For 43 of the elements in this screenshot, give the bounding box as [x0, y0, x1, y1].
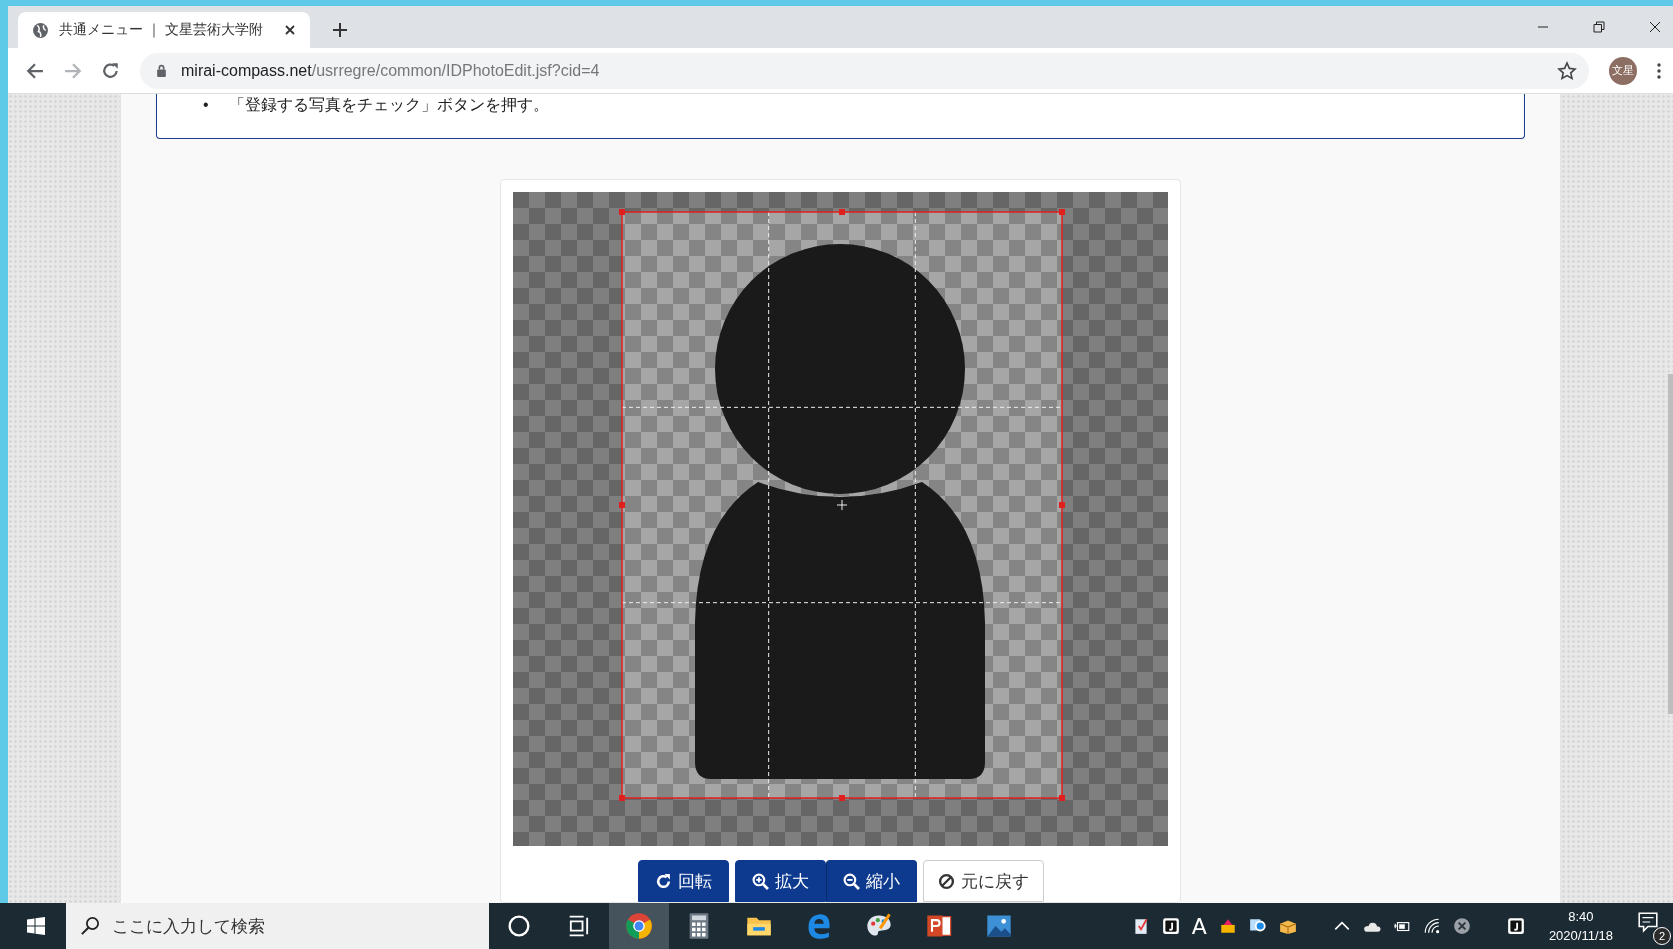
scrollbar-thumb[interactable]	[1668, 374, 1673, 714]
address-bar[interactable]: mirai-compass.net/usrregre/common/IDPhotoEdit.jsf?cid=4	[140, 52, 1589, 89]
search-icon	[80, 916, 100, 936]
back-icon[interactable]	[26, 61, 44, 80]
notification-count: 2	[1653, 927, 1671, 945]
wifi-icon	[1422, 917, 1441, 935]
instruction-text: 「登録する写真をチェック」ボタンを押す。	[228, 96, 549, 113]
globe-icon	[32, 21, 49, 39]
prohibited-icon	[937, 872, 955, 890]
new-tab-icon[interactable]	[332, 22, 348, 38]
clock[interactable]: 8:40 2020/11/18	[1548, 907, 1613, 945]
rotate-icon	[654, 872, 672, 890]
zoom-in-icon	[751, 872, 769, 890]
error-icon	[1452, 917, 1471, 935]
url-text: mirai-compass.net/usrregre/common/IDPhotoEdit.jsf?cid=4	[181, 61, 600, 80]
ime-indicator[interactable]: A	[1191, 913, 1207, 939]
close-icon[interactable]	[284, 24, 296, 36]
center-mark	[836, 499, 848, 511]
restore-icon[interactable]	[1593, 21, 1605, 33]
notification-icon[interactable]	[1637, 911, 1659, 933]
lock-icon	[156, 64, 167, 77]
zoom-out-icon	[842, 872, 860, 890]
reload-icon[interactable]	[102, 61, 120, 80]
app-tray-icon	[1161, 917, 1180, 935]
date-text: 2020/11/18	[1548, 927, 1613, 945]
search-field[interactable]: ここに入力して検索	[66, 903, 489, 949]
toolbox-icon	[1218, 917, 1237, 935]
chrome-taskbar-icon[interactable]	[609, 903, 669, 949]
zoom-in-button[interactable]: 拡大	[734, 860, 826, 902]
more-icon[interactable]	[1657, 62, 1661, 79]
app-tray-icon	[1506, 917, 1525, 935]
rotate-button[interactable]: 回転	[637, 860, 729, 902]
bullet: •	[203, 96, 209, 113]
time-text: 8:40	[1568, 908, 1594, 926]
profile-avatar[interactable]: 文星	[1609, 56, 1637, 85]
crop-frame[interactable]	[619, 209, 1065, 801]
tab-title: 共通メニュー ｜ 文星芸術大学附	[59, 21, 264, 39]
star-icon[interactable]	[1557, 60, 1577, 81]
zoom-out-button[interactable]: 縮小	[825, 860, 917, 902]
browser-tab[interactable]: 共通メニュー ｜ 文星芸術大学附	[18, 12, 310, 48]
close-icon[interactable]	[1649, 21, 1661, 33]
start-icon[interactable]	[26, 916, 46, 936]
reset-button[interactable]: 元に戻す	[922, 860, 1044, 902]
